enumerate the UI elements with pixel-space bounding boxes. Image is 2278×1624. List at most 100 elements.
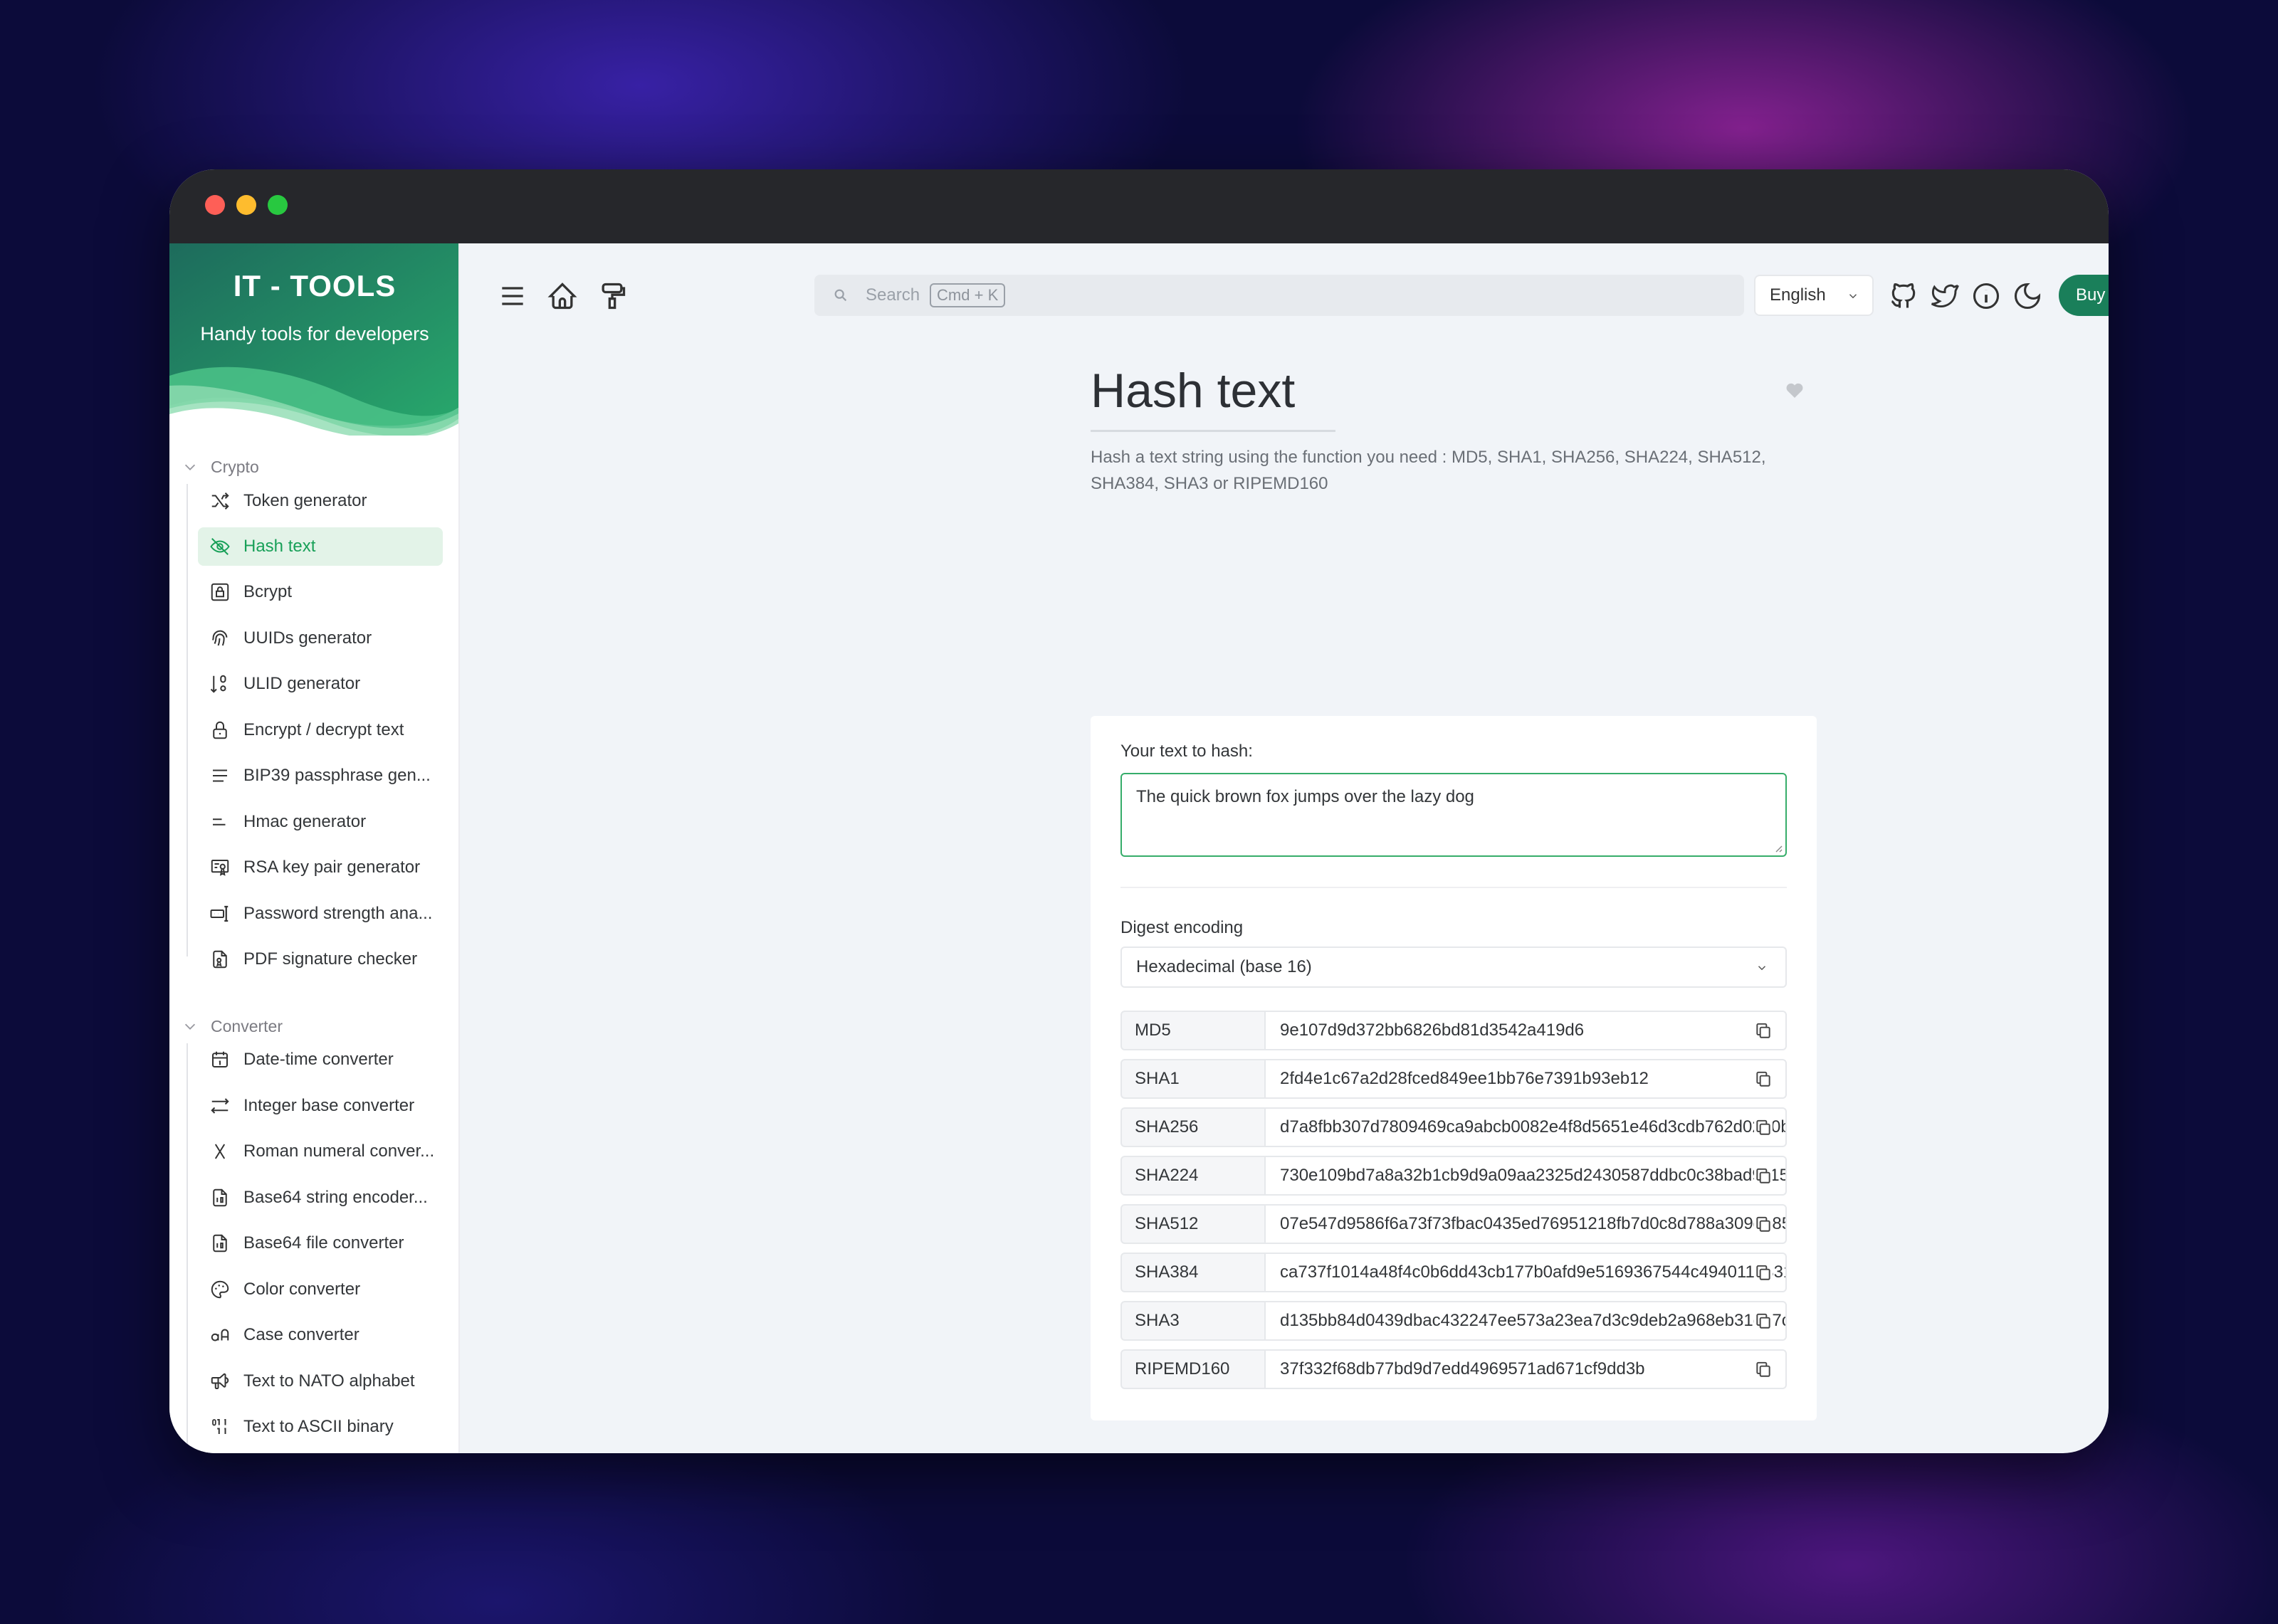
brand-subtitle: Handy tools for developers <box>200 323 429 344</box>
copy-icon[interactable] <box>1754 1070 1773 1088</box>
home-icon[interactable] <box>547 280 578 312</box>
sidebar-item-integer-base[interactable]: Integer base converter <box>198 1087 443 1125</box>
sidebar-item-nato-alphabet[interactable]: Text to NATO alphabet <box>198 1362 443 1401</box>
sidebar-item-label: Bcrypt <box>243 582 293 601</box>
sidebar-item-password-strength[interactable]: Password strength ana... <box>198 895 443 933</box>
close-window-button[interactable] <box>205 195 225 215</box>
sidebar-item-pdf-signature[interactable]: PDF signature checker <box>198 940 443 979</box>
sidebar: IT - TOOLS Handy tools for developers Cr… <box>169 243 460 1453</box>
chevron-down-icon <box>1849 294 1857 299</box>
hash-row-sha3: SHA3 d135bb84d0439dbac432247ee573a23ea7d… <box>1120 1301 1787 1341</box>
hash-value-field[interactable]: 9e107d9d372bb6826bd81d3542a419d6 <box>1264 1011 1787 1050</box>
digest-encoding-select[interactable]: Hexadecimal (base 16) <box>1120 947 1787 988</box>
hash-name: SHA384 <box>1120 1253 1266 1292</box>
language-select[interactable]: English <box>1754 275 1874 316</box>
search-placeholder: Search <box>866 285 920 305</box>
hash-row-ripemd160: RIPEMD160 37f332f68db77bd9d7edd4969571ad… <box>1120 1349 1787 1389</box>
sidebar-item-hash-text[interactable]: Hash text <box>198 527 443 566</box>
sidebar-item-roman-numeral[interactable]: Roman numeral conver... <box>198 1132 443 1171</box>
chevron-down-icon <box>184 464 196 470</box>
paint-roller-icon[interactable] <box>597 280 628 312</box>
section-label: Crypto <box>211 457 259 476</box>
hash-value-field[interactable]: 37f332f68db77bd9d7edd4969571ad671cf9dd3b <box>1264 1349 1787 1389</box>
search-bar[interactable]: Search Cmd + K <box>814 275 1744 316</box>
section-crypto-toggle[interactable]: Crypto <box>182 453 259 481</box>
language-value: English <box>1770 285 1826 305</box>
favorite-heart-icon[interactable] <box>1784 380 1805 401</box>
hash-name: SHA3 <box>1120 1301 1266 1341</box>
sidebar-item-label: BIP39 passphrase gen... <box>243 766 431 785</box>
sidebar-item-color-converter[interactable]: Color converter <box>198 1270 443 1309</box>
sidebar-item-label: Text to NATO alphabet <box>243 1371 415 1391</box>
zoom-window-button[interactable] <box>268 195 288 215</box>
hash-value-field[interactable]: d7a8fbb307d7809469ca9abcb0082e4f8d5651e4… <box>1264 1107 1787 1147</box>
search-icon <box>834 289 847 302</box>
copy-icon[interactable] <box>1754 1118 1773 1137</box>
hash-tool-card: Your text to hash: The quick brown fox j… <box>1091 716 1817 1420</box>
arrows-left-right-icon <box>211 1098 229 1114</box>
sidebar-item-label: Text to ASCII binary <box>243 1417 394 1436</box>
sidebar-item-ulid-generator[interactable]: ULID generator <box>198 665 443 703</box>
copy-icon[interactable] <box>1754 1166 1773 1185</box>
sidebar-item-label: Date-time converter <box>243 1050 394 1069</box>
copy-icon[interactable] <box>1754 1312 1773 1330</box>
chevron-down-icon <box>1758 966 1766 971</box>
resize-handle-icon[interactable] <box>1773 843 1783 853</box>
sidebar-item-label: UUIDs generator <box>243 628 372 648</box>
sidebar-item-base64-file[interactable]: Base64 file converter <box>198 1224 443 1262</box>
sort-numeric-icon <box>210 675 226 693</box>
fingerprint-icon <box>212 630 228 646</box>
copy-icon[interactable] <box>1754 1360 1773 1378</box>
sidebar-item-encrypt-decrypt[interactable]: Encrypt / decrypt text <box>198 711 443 749</box>
hash-value-field[interactable]: 2fd4e1c67a2d28fced849ee1bb76e7391b93eb12 <box>1264 1059 1787 1099</box>
sidebar-item-date-time-converter[interactable]: Date-time converter <box>198 1040 443 1079</box>
sidebar-item-label: Color converter <box>243 1280 361 1299</box>
info-icon[interactable] <box>1970 280 2002 312</box>
hash-value-field[interactable]: 07e547d9586f6a73f73fbac0435ed76951218fb7… <box>1264 1204 1787 1244</box>
sidebar-item-label: Hmac generator <box>243 812 367 831</box>
minimize-window-button[interactable] <box>236 195 256 215</box>
sidebar-item-bip39[interactable]: BIP39 passphrase gen... <box>198 756 443 795</box>
hash-name: SHA1 <box>1120 1059 1266 1099</box>
sidebar-item-ascii-binary[interactable]: Text to ASCII binary <box>198 1408 443 1446</box>
sidebar-item-uuids-generator[interactable]: UUIDs generator <box>198 619 443 658</box>
sidebar-item-label: Token generator <box>243 491 367 510</box>
copy-icon[interactable] <box>1754 1263 1773 1282</box>
sidebar-item-hmac-generator[interactable]: Hmac generator <box>198 803 443 841</box>
section-divider <box>1120 887 1787 888</box>
title-underline <box>1091 430 1335 432</box>
moon-icon[interactable] <box>2012 280 2043 312</box>
hash-row-md5: MD5 9e107d9d372bb6826bd81d3542a419d6 <box>1120 1011 1787 1050</box>
hash-value-field[interactable]: d135bb84d0439dbac432247ee573a23ea7d3c9de… <box>1264 1301 1787 1341</box>
letter-case-icon <box>211 1329 229 1341</box>
copy-icon[interactable] <box>1754 1021 1773 1040</box>
hash-row-sha224: SHA224 730e109bd7a8a32b1cb9d9a09aa2325d2… <box>1120 1156 1787 1196</box>
hash-value-field[interactable]: 730e109bd7a8a32b1cb9d9a09aa2325d2430587d… <box>1264 1156 1787 1196</box>
twitter-icon[interactable] <box>1929 280 1961 312</box>
align-justified-icon <box>213 769 227 782</box>
sidebar-item-token-generator[interactable]: Token generator <box>198 482 443 520</box>
hash-name: SHA512 <box>1120 1204 1266 1244</box>
hash-name: RIPEMD160 <box>1120 1349 1266 1389</box>
brand-title: IT - TOOLS <box>233 269 397 302</box>
sidebar-item-label: Password strength ana... <box>243 904 433 923</box>
sidebar-item-rsa-key-pair[interactable]: RSA key pair generator <box>198 848 443 887</box>
section-converter-toggle[interactable]: Converter <box>182 1012 283 1040</box>
input-label: Your text to hash: <box>1120 742 1253 761</box>
sidebar-item-label: Encrypt / decrypt text <box>243 720 404 739</box>
sidebar-item-bcrypt[interactable]: Bcrypt <box>198 573 443 611</box>
brand-header[interactable]: IT - TOOLS Handy tools for developers <box>169 243 458 436</box>
text-to-hash-input[interactable]: The quick brown fox jumps over the lazy … <box>1120 773 1787 857</box>
hash-name: SHA256 <box>1120 1107 1266 1147</box>
sidebar-item-case-converter[interactable]: Case converter <box>198 1316 443 1354</box>
github-icon[interactable] <box>1888 280 1919 312</box>
encoding-label: Digest encoding <box>1120 918 1244 937</box>
sidebar-item-label: Hash text <box>243 537 316 556</box>
buy-me-a-coffee-button[interactable]: Buy me a coffee <box>2059 275 2109 316</box>
sidebar-item-label: Base64 file converter <box>243 1233 404 1253</box>
sidebar-item-base64-string[interactable]: Base64 string encoder... <box>198 1179 443 1217</box>
short-text-icon <box>213 818 226 826</box>
menu-icon[interactable] <box>497 280 528 312</box>
copy-icon[interactable] <box>1754 1215 1773 1233</box>
hash-value-field[interactable]: ca737f1014a48f4c0b6dd43cb177b0afd9e51693… <box>1264 1253 1787 1292</box>
